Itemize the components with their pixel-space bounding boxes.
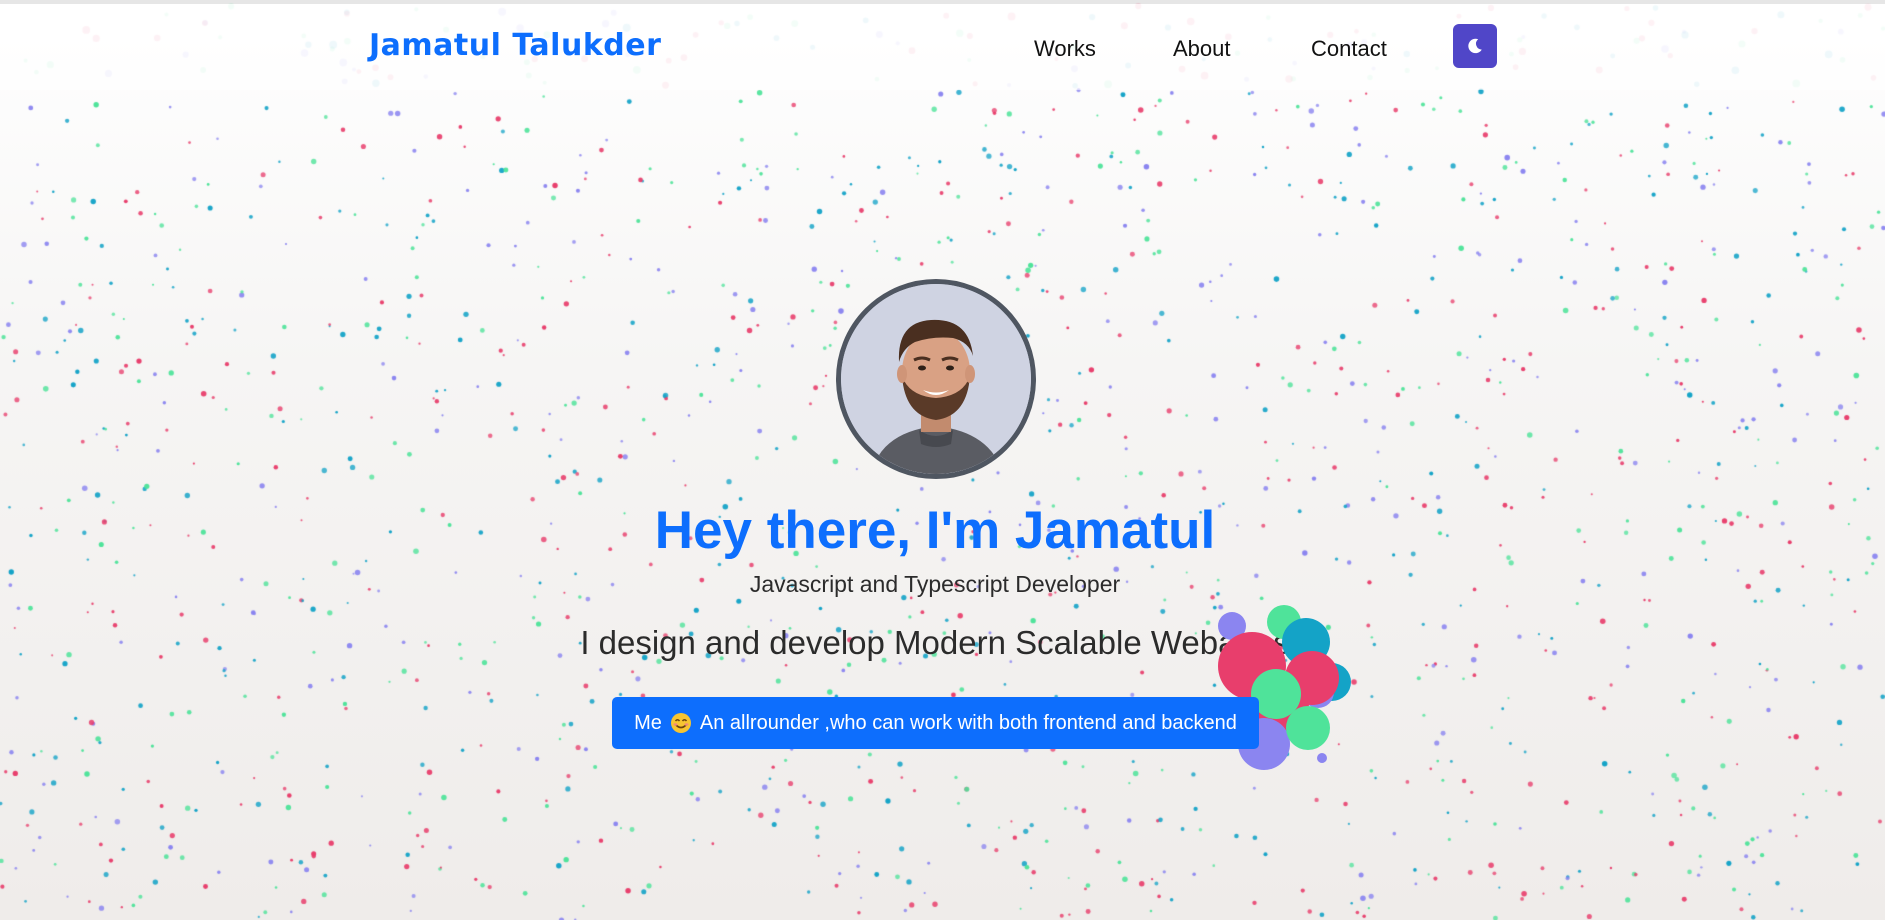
navbar: Jamatul Talukder Works About Contact	[0, 4, 1885, 90]
moon-icon	[1468, 38, 1482, 54]
nav-link-about[interactable]: About	[1173, 36, 1231, 62]
hero-subtitle: Javascript and Typescript Developer	[749, 571, 1121, 597]
avatar	[836, 279, 1036, 479]
profile-photo	[841, 284, 1031, 474]
theme-toggle-button[interactable]	[1453, 24, 1497, 68]
about-me-button[interactable]: Me An allrounder ,who can work with both…	[612, 697, 1259, 749]
bubble-cluster-decoration	[1218, 605, 1351, 770]
cta-text: An allrounder ,who can work with both fr…	[699, 711, 1237, 734]
smiling-face-icon	[670, 713, 691, 733]
nav-link-contact[interactable]: Contact	[1311, 36, 1387, 62]
hero-tagline: I design and develop Modern Scalable Web…	[580, 624, 1290, 661]
brand-logo[interactable]: Jamatul Talukder	[369, 28, 661, 63]
hero-title: Hey there, I'm Jamatul	[654, 501, 1216, 560]
nav-link-works[interactable]: Works	[1034, 36, 1096, 62]
cta-prefix: Me	[634, 711, 662, 734]
hero-section: Hey there, I'm Jamatul Javascript and Ty…	[0, 0, 1885, 920]
